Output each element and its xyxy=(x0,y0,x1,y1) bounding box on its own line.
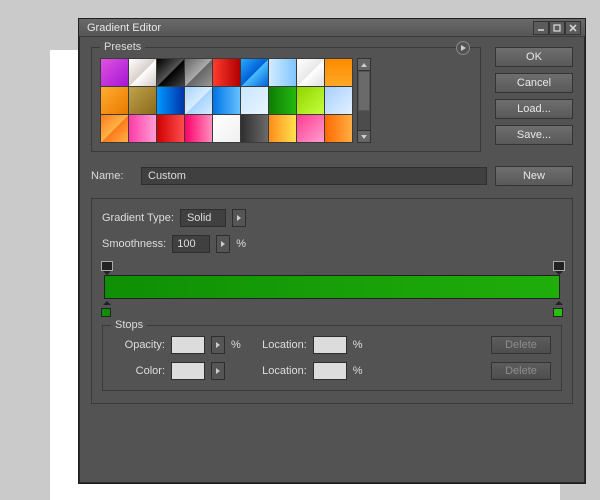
gradient-editor-window: Gradient Editor Presets xyxy=(78,18,586,484)
preset-swatch[interactable] xyxy=(269,115,296,142)
smoothness-input[interactable] xyxy=(172,235,210,253)
preset-swatch[interactable] xyxy=(241,87,268,114)
opacity-label: Opacity: xyxy=(113,339,165,351)
stops-group: Stops Opacity: % Location: % Delete Colo… xyxy=(102,325,562,391)
window-body: Presets OK Cancel Load... Save... xyxy=(79,37,585,414)
color-swatch-input[interactable] xyxy=(171,362,205,380)
window-buttons xyxy=(533,21,581,35)
presets-scrollbar[interactable] xyxy=(357,58,371,143)
minimize-button[interactable] xyxy=(533,21,549,35)
presets-group: Presets xyxy=(91,47,481,152)
opacity-stop-left[interactable] xyxy=(101,261,111,273)
gradient-type-select[interactable]: Solid xyxy=(180,209,226,227)
new-button[interactable]: New xyxy=(495,166,573,186)
close-button[interactable] xyxy=(565,21,581,35)
gradient-bar[interactable] xyxy=(104,275,560,299)
gradient-type-group: Gradient Type: Solid Smoothness: % Stops xyxy=(91,198,573,404)
preset-swatch[interactable] xyxy=(157,59,184,86)
preset-swatch[interactable] xyxy=(325,59,352,86)
smoothness-stepper[interactable] xyxy=(216,235,230,253)
scroll-up-button[interactable] xyxy=(358,59,370,71)
preset-swatch[interactable] xyxy=(241,59,268,86)
preset-swatch[interactable] xyxy=(241,115,268,142)
scroll-thumb[interactable] xyxy=(358,71,370,111)
color-location-label: Location: xyxy=(247,365,307,377)
gradient-type-label: Gradient Type: xyxy=(102,212,174,224)
preset-swatch[interactable] xyxy=(325,87,352,114)
gradient-bar-area xyxy=(104,261,560,317)
opacity-location-unit: % xyxy=(353,339,363,351)
preset-swatch[interactable] xyxy=(129,59,156,86)
opacity-location-label: Location: xyxy=(247,339,307,351)
save-button[interactable]: Save... xyxy=(495,125,573,145)
stops-label: Stops xyxy=(111,319,147,331)
preset-swatch[interactable] xyxy=(297,87,324,114)
opacity-location-input[interactable] xyxy=(313,336,347,354)
color-delete-button: Delete xyxy=(491,362,551,380)
preset-swatch[interactable] xyxy=(129,87,156,114)
gradient-type-dropdown-icon[interactable] xyxy=(232,209,246,227)
color-stop-right[interactable] xyxy=(553,303,563,317)
opacity-delete-button: Delete xyxy=(491,336,551,354)
scroll-down-button[interactable] xyxy=(358,130,370,142)
opacity-stepper[interactable] xyxy=(211,336,225,354)
name-label: Name: xyxy=(91,170,133,182)
color-stop-left[interactable] xyxy=(101,303,111,317)
preset-swatch[interactable] xyxy=(297,115,324,142)
color-location-input[interactable] xyxy=(313,362,347,380)
preset-swatch[interactable] xyxy=(213,87,240,114)
preset-swatch[interactable] xyxy=(213,115,240,142)
preset-swatch[interactable] xyxy=(185,59,212,86)
color-picker-button[interactable] xyxy=(211,362,225,380)
preset-swatch[interactable] xyxy=(269,87,296,114)
preset-swatch[interactable] xyxy=(101,115,128,142)
opacity-input[interactable] xyxy=(171,336,205,354)
preset-swatches xyxy=(100,58,353,143)
preset-swatch[interactable] xyxy=(213,59,240,86)
preset-swatch[interactable] xyxy=(101,59,128,86)
preset-swatch[interactable] xyxy=(129,115,156,142)
scroll-track[interactable] xyxy=(358,71,370,130)
smoothness-label: Smoothness: xyxy=(102,238,166,250)
preset-swatch[interactable] xyxy=(157,87,184,114)
cancel-button[interactable]: Cancel xyxy=(495,73,573,93)
opacity-unit: % xyxy=(231,339,241,351)
load-button[interactable]: Load... xyxy=(495,99,573,119)
preset-swatch[interactable] xyxy=(101,87,128,114)
maximize-button[interactable] xyxy=(549,21,565,35)
preset-swatch[interactable] xyxy=(297,59,324,86)
preset-swatch[interactable] xyxy=(269,59,296,86)
color-label: Color: xyxy=(113,365,165,377)
presets-label: Presets xyxy=(100,41,145,53)
smoothness-unit: % xyxy=(236,238,246,250)
window-title: Gradient Editor xyxy=(83,22,533,34)
action-buttons: OK Cancel Load... Save... xyxy=(495,47,573,152)
color-location-unit: % xyxy=(353,365,363,377)
preset-swatch[interactable] xyxy=(185,87,212,114)
presets-menu-button[interactable] xyxy=(456,41,470,55)
titlebar[interactable]: Gradient Editor xyxy=(79,19,585,37)
opacity-stop-right[interactable] xyxy=(553,261,563,273)
preset-swatch[interactable] xyxy=(185,115,212,142)
name-input[interactable] xyxy=(141,167,487,185)
preset-swatch[interactable] xyxy=(325,115,352,142)
name-row: Name: New xyxy=(91,166,573,186)
ok-button[interactable]: OK xyxy=(495,47,573,67)
preset-swatch[interactable] xyxy=(157,115,184,142)
